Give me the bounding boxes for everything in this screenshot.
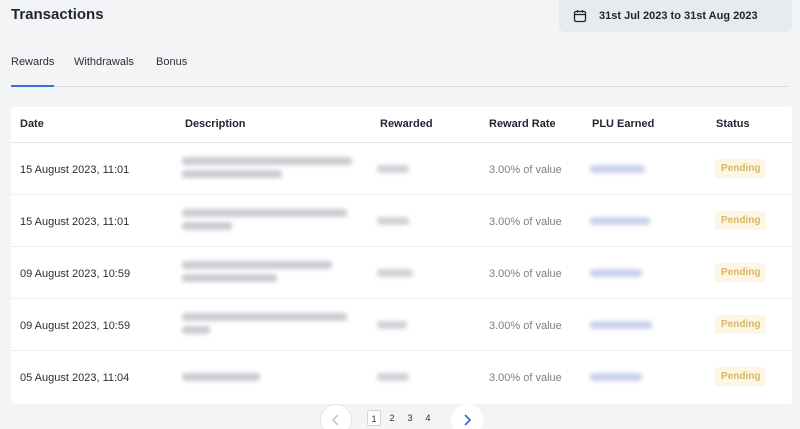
- tab-rewards[interactable]: Rewards: [11, 50, 54, 87]
- tab-withdrawals[interactable]: Withdrawals: [74, 50, 134, 87]
- table-row[interactable]: 15 August 2023, 11:01 3.00% of value Pen…: [11, 195, 792, 247]
- redacted-description: [182, 261, 332, 269]
- table-row[interactable]: 15 August 2023, 11:01 3.00% of value Pen…: [11, 143, 792, 195]
- row-reward-rate: 3.00% of value: [489, 164, 562, 176]
- redacted-description: [182, 313, 347, 321]
- column-header-plu-earned: PLU Earned: [592, 118, 655, 130]
- column-header-description: Description: [185, 118, 246, 130]
- redacted-rewarded: [377, 165, 409, 173]
- status-badge: Pending: [715, 211, 767, 230]
- column-header-date: Date: [20, 118, 44, 130]
- row-reward-rate: 3.00% of value: [489, 268, 562, 280]
- column-header-rewarded: Rewarded: [380, 118, 433, 130]
- redacted-plu-earned: [590, 165, 645, 173]
- row-date: 15 August 2023, 11:01: [20, 164, 130, 176]
- row-date: 09 August 2023, 10:59: [20, 268, 131, 280]
- redacted-plu-earned: [590, 217, 650, 225]
- table-row[interactable]: 09 August 2023, 10:59 3.00% of value Pen…: [11, 299, 792, 351]
- tab-bar: Rewards Withdrawals Bonus: [11, 50, 789, 87]
- status-badge: Pending: [715, 367, 767, 386]
- redacted-rewarded: [377, 217, 409, 225]
- table-row[interactable]: 05 August 2023, 11:04 3.00% of value Pen…: [11, 351, 792, 403]
- date-range-picker[interactable]: 31st Jul 2023 to 31st Aug 2023: [559, 0, 792, 32]
- pagination: 1 2 3 4: [0, 404, 800, 429]
- previous-page-button[interactable]: [320, 404, 352, 429]
- table-header: Date Description Rewarded Reward Rate PL…: [11, 107, 792, 143]
- chevron-right-icon: [464, 414, 472, 426]
- redacted-rewarded: [377, 269, 413, 277]
- row-date: 05 August 2023, 11:04: [20, 372, 130, 384]
- page-number[interactable]: 3: [403, 410, 417, 426]
- page-number[interactable]: 4: [421, 410, 435, 426]
- redacted-description: [182, 326, 210, 334]
- status-badge: Pending: [715, 315, 767, 334]
- row-reward-rate: 3.00% of value: [489, 216, 562, 228]
- column-header-reward-rate: Reward Rate: [489, 118, 556, 130]
- redacted-description: [182, 373, 260, 381]
- tab-bonus[interactable]: Bonus: [156, 50, 187, 87]
- table-row[interactable]: 09 August 2023, 10:59 3.00% of value Pen…: [11, 247, 792, 299]
- column-header-status: Status: [716, 118, 750, 130]
- redacted-plu-earned: [590, 321, 652, 329]
- redacted-rewarded: [377, 373, 409, 381]
- row-date: 15 August 2023, 11:01: [20, 216, 130, 228]
- redacted-rewarded: [377, 321, 407, 329]
- redacted-plu-earned: [590, 269, 642, 277]
- chevron-left-icon: [331, 414, 339, 426]
- redacted-description: [182, 209, 347, 217]
- date-range-label: 31st Jul 2023 to 31st Aug 2023: [599, 10, 758, 22]
- page-number[interactable]: 1: [367, 410, 381, 426]
- next-page-button[interactable]: [451, 404, 483, 429]
- redacted-plu-earned: [590, 373, 642, 381]
- status-badge: Pending: [715, 263, 767, 282]
- calendar-icon: [573, 9, 587, 23]
- redacted-description: [182, 222, 232, 230]
- row-reward-rate: 3.00% of value: [489, 372, 562, 384]
- redacted-description: [182, 157, 352, 165]
- redacted-description: [182, 274, 277, 282]
- status-badge: Pending: [715, 159, 767, 178]
- row-reward-rate: 3.00% of value: [489, 320, 562, 332]
- row-date: 09 August 2023, 10:59: [20, 320, 131, 332]
- redacted-description: [182, 170, 282, 178]
- page-title: Transactions: [11, 6, 104, 23]
- page-number[interactable]: 2: [385, 410, 399, 426]
- transactions-table: Date Description Rewarded Reward Rate PL…: [11, 107, 792, 404]
